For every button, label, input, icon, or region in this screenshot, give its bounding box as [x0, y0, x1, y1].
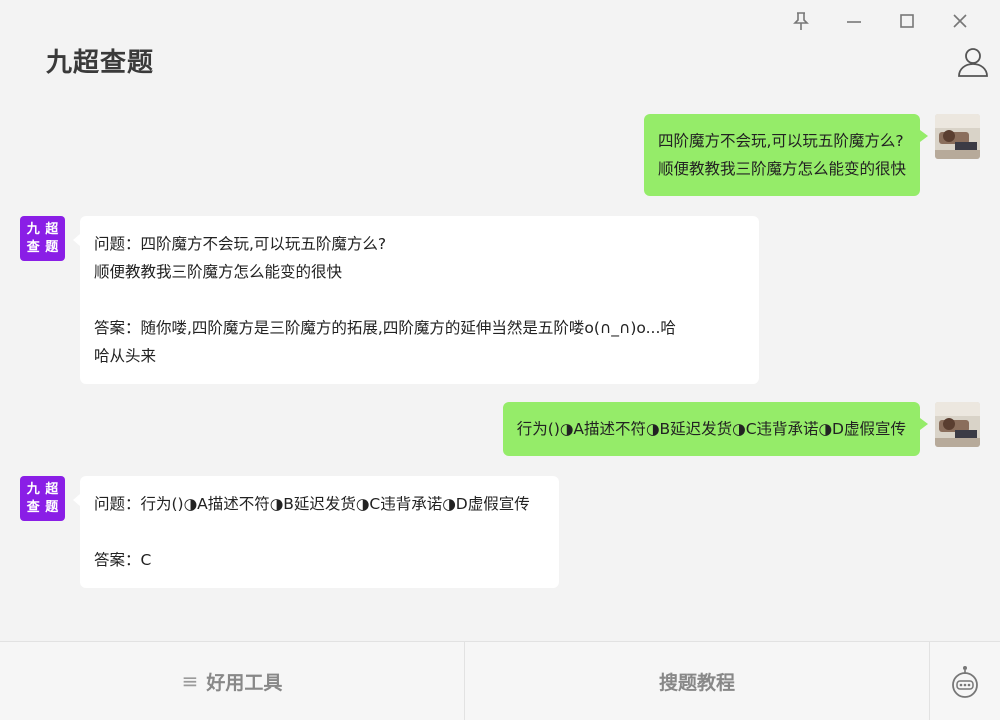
robot-button[interactable]: [930, 642, 1000, 720]
user-button[interactable]: [956, 45, 990, 79]
window-controls: [774, 8, 986, 34]
tutorial-tab-label: 搜题教程: [658, 671, 735, 694]
tutorial-tab[interactable]: 搜题教程: [465, 642, 930, 720]
user-message: 四阶魔方不会玩,可以玩五阶魔方么? 顺便教教我三阶魔方怎么能变的很快: [643, 114, 929, 196]
user-avatar: [935, 402, 980, 447]
bot-avatar-char: 超: [45, 221, 59, 237]
bottom-bar: ≡ 好用工具 搜题教程: [0, 641, 1000, 720]
bot-avatar: 九 超 查 题: [20, 216, 65, 261]
close-button[interactable]: [933, 8, 986, 34]
bot-avatar-char: 查: [26, 499, 40, 515]
bot-message: 问题：行为()◑A描述不符◑B延迟发货◑C违背承诺◑D虚假宣传 答案：C: [73, 476, 559, 588]
menu-icon: ≡: [181, 669, 199, 693]
maximize-icon: [899, 14, 914, 28]
tools-tab-label: 好用工具: [206, 671, 283, 694]
close-icon: [952, 14, 967, 28]
bot-avatar-char: 题: [45, 499, 59, 515]
pin-icon: [792, 12, 809, 30]
bot-avatar-char: 题: [45, 239, 59, 255]
pin-button[interactable]: [774, 8, 827, 34]
chat-area: 四阶魔方不会玩,可以玩五阶魔方么? 顺便教教我三阶魔方怎么能变的很快 九 超 查…: [0, 100, 1000, 640]
robot-icon: [952, 666, 978, 698]
app-title: 九超查题: [46, 48, 155, 78]
bot-message: 问题：四阶魔方不会玩,可以玩五阶魔方么? 顺便教教我三阶魔方怎么能变的很快 答案…: [73, 216, 759, 384]
bot-avatar: 九 超 查 题: [20, 476, 65, 521]
user-icon: [958, 48, 988, 77]
bot-avatar-char: 九: [26, 481, 40, 497]
minimize-button[interactable]: [827, 8, 880, 34]
maximize-button[interactable]: [880, 8, 933, 34]
user-message: 行为()◑A描述不符◑B延迟发货◑C违背承诺◑D虚假宣传: [502, 402, 929, 456]
bot-avatar-char: 超: [45, 481, 59, 497]
bot-avatar-char: 查: [26, 239, 40, 255]
tools-tab[interactable]: ≡ 好用工具: [0, 642, 465, 720]
bot-avatar-char: 九: [26, 221, 40, 237]
user-avatar: [935, 114, 980, 159]
minimize-icon: [846, 21, 861, 23]
